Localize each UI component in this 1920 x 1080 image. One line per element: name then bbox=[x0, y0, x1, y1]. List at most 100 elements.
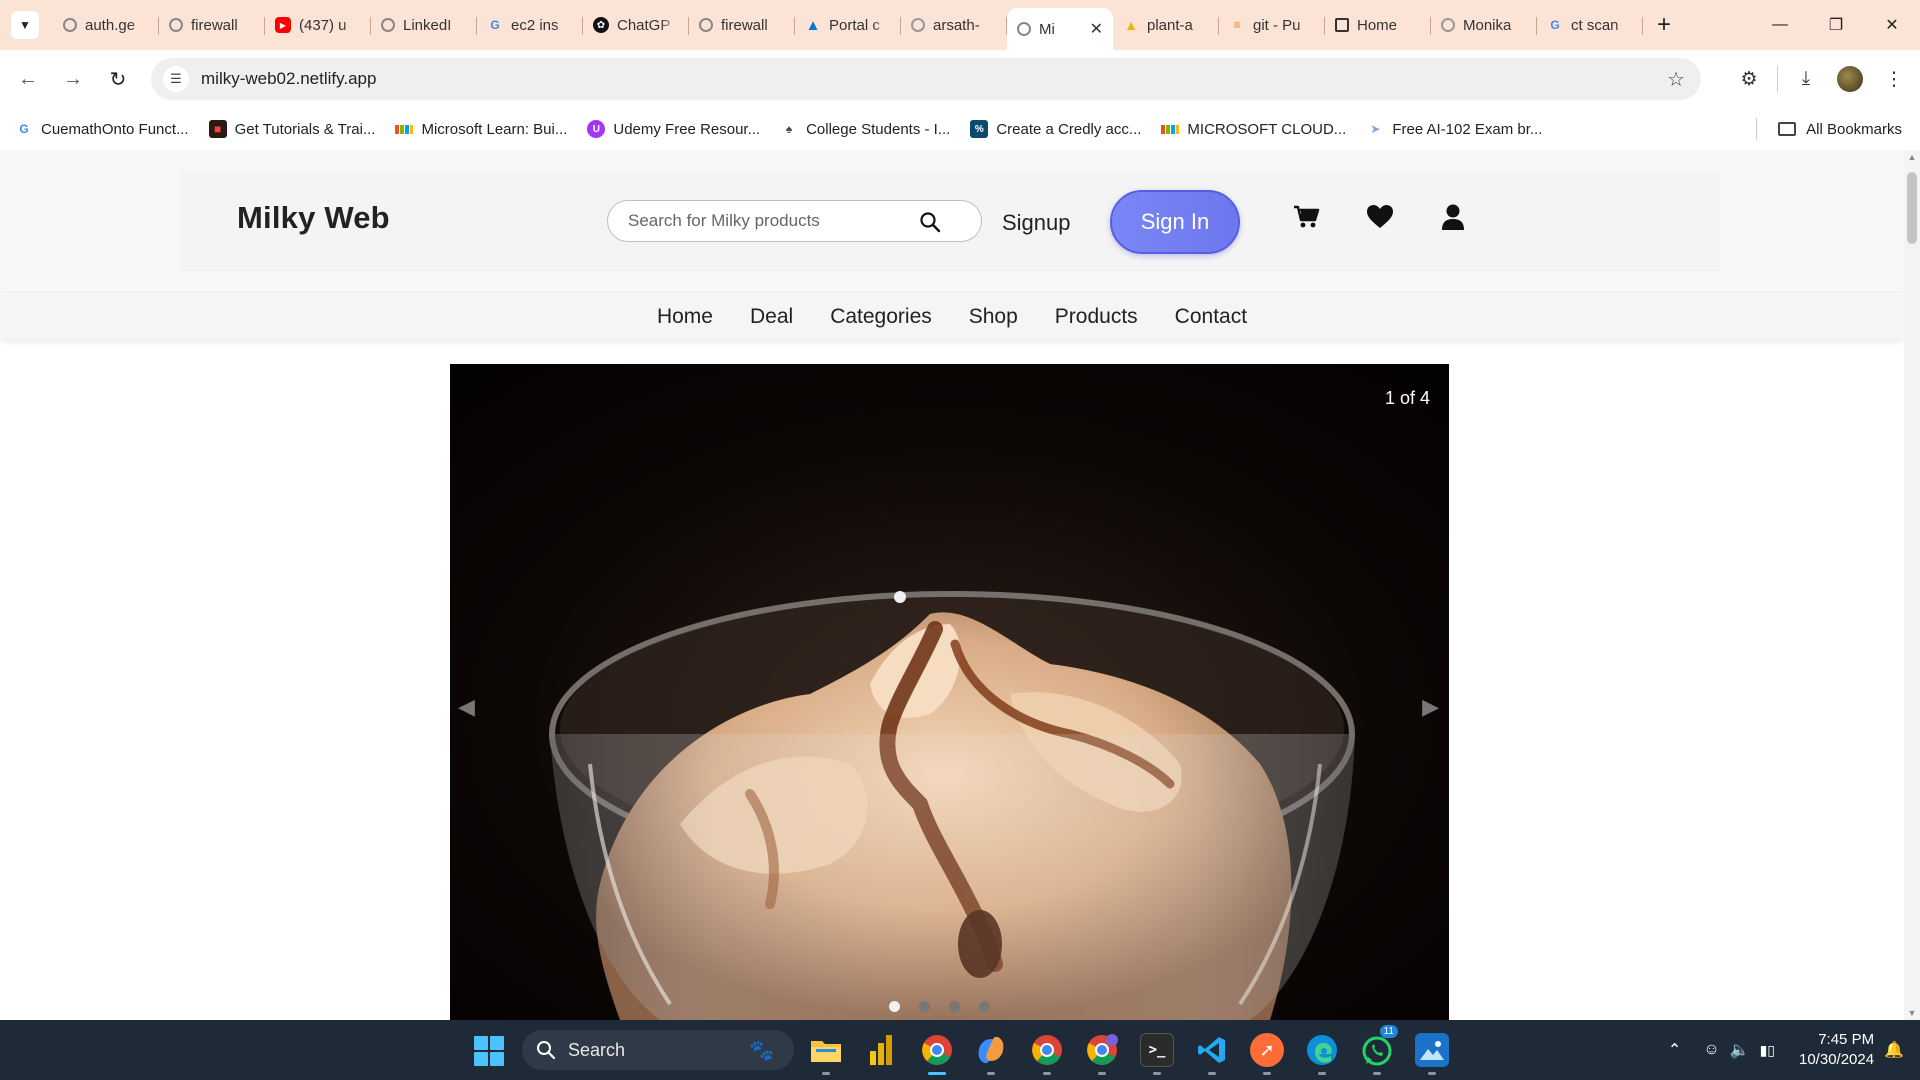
power-bi-icon[interactable] bbox=[864, 1033, 898, 1067]
chatgpt-icon: ✿ bbox=[593, 17, 609, 33]
address-bar[interactable]: ☰ milky-web02.netlify.app ☆ bbox=[151, 58, 1701, 100]
scroll-up-icon[interactable]: ▲ bbox=[1904, 152, 1920, 162]
restore-icon[interactable]: ❐ bbox=[1808, 0, 1864, 50]
url-text[interactable]: milky-web02.netlify.app bbox=[201, 69, 376, 89]
volume-muted-icon[interactable]: 🔈 bbox=[1730, 1040, 1750, 1060]
extensions-icon[interactable]: ⚙ bbox=[1727, 57, 1771, 101]
browser-tab[interactable]: ▲ plant-a bbox=[1113, 7, 1219, 43]
close-tab-icon[interactable]: ✕ bbox=[1090, 19, 1103, 39]
browser-tab[interactable]: ✿ ChatGP bbox=[583, 7, 689, 43]
taskbar-search[interactable]: Search 🐾 bbox=[522, 1030, 794, 1070]
browser-tab[interactable]: firewall bbox=[689, 7, 795, 43]
new-tab-button[interactable]: + bbox=[1657, 11, 1671, 39]
cart-icon[interactable] bbox=[1289, 200, 1323, 234]
battery-icon[interactable]: ▮▯ bbox=[1760, 1042, 1775, 1059]
window-controls: — ❐ ✕ bbox=[1752, 0, 1920, 50]
notifications-icon[interactable]: 🔔 bbox=[1884, 1040, 1904, 1060]
google-icon: G bbox=[1550, 18, 1560, 32]
user-account-icon[interactable] bbox=[1436, 200, 1470, 234]
copilot-icon[interactable] bbox=[974, 1033, 1008, 1067]
browser-tab[interactable]: G ct scan bbox=[1537, 7, 1643, 43]
forward-icon[interactable]: → bbox=[55, 61, 91, 97]
clock-date: 10/30/2024 bbox=[1799, 1051, 1875, 1068]
signup-link[interactable]: Signup bbox=[1002, 210, 1071, 236]
profile-avatar[interactable] bbox=[1828, 57, 1872, 101]
nav-home[interactable]: Home bbox=[657, 305, 713, 329]
browser-tab[interactable]: arsath- bbox=[901, 7, 1007, 43]
bookmark-star-icon[interactable]: ☆ bbox=[1667, 67, 1685, 92]
nav-deal[interactable]: Deal bbox=[750, 305, 793, 329]
chevron-up-icon[interactable]: ⌃ bbox=[1668, 1040, 1681, 1060]
browser-tab[interactable]: ≡ git - Pu bbox=[1219, 7, 1325, 43]
postman-glyph: ➚ bbox=[1259, 1039, 1275, 1060]
wishlist-heart-icon[interactable] bbox=[1363, 200, 1397, 234]
carousel-next-icon[interactable]: ▶ bbox=[1422, 694, 1439, 720]
bookmark-item[interactable]: U Udemy Free Resour... bbox=[587, 120, 760, 138]
nav-products[interactable]: Products bbox=[1055, 305, 1138, 329]
browser-tab[interactable]: ▶ (437) u bbox=[265, 7, 371, 43]
browser-tab[interactable]: Monika bbox=[1431, 7, 1537, 43]
windows-start-icon[interactable] bbox=[474, 1036, 504, 1066]
youtube-icon: ▶ bbox=[275, 17, 291, 33]
wifi-icon[interactable]: ☺ bbox=[1703, 1041, 1719, 1059]
bookmark-item[interactable]: ♠ College Students - I... bbox=[780, 120, 950, 138]
chrome-profile-icon[interactable] bbox=[1030, 1033, 1064, 1067]
vscode-icon[interactable] bbox=[1195, 1033, 1229, 1067]
chrome-profile-icon[interactable] bbox=[1085, 1033, 1119, 1067]
photos-icon[interactable] bbox=[1415, 1033, 1449, 1067]
bookmark-item[interactable]: ■ Get Tutorials & Trai... bbox=[208, 120, 375, 138]
nav-shop[interactable]: Shop bbox=[969, 305, 1018, 329]
system-clock[interactable]: 7:45 PM 10/30/2024 bbox=[1799, 1030, 1874, 1070]
active-app-indicator bbox=[928, 1072, 946, 1075]
chrome-icon[interactable] bbox=[920, 1033, 954, 1067]
site-info-icon[interactable]: ☰ bbox=[163, 66, 189, 92]
carousel-dot[interactable] bbox=[919, 1001, 930, 1012]
terminal-icon[interactable]: >_ bbox=[1140, 1033, 1174, 1067]
scroll-down-icon[interactable]: ▼ bbox=[1904, 1008, 1920, 1018]
taskbar-search-label: Search bbox=[568, 1039, 626, 1060]
reload-icon[interactable]: ↻ bbox=[100, 61, 136, 97]
browser-tab[interactable]: G ec2 ins bbox=[477, 7, 583, 43]
nav-categories[interactable]: Categories bbox=[830, 305, 932, 329]
tutorials-icon: ■ bbox=[208, 120, 227, 138]
running-indicator bbox=[1428, 1072, 1436, 1075]
page-scrollbar[interactable]: ▲ ▼ bbox=[1904, 150, 1920, 1020]
all-bookmarks-button[interactable]: All Bookmarks bbox=[1778, 121, 1902, 138]
carousel-dot[interactable] bbox=[979, 1001, 990, 1012]
bookmark-item[interactable]: G CuemathOnto Funct... bbox=[15, 120, 188, 138]
bookmark-item[interactable]: % Create a Credly acc... bbox=[970, 120, 1141, 138]
edge-icon[interactable] bbox=[1305, 1033, 1339, 1067]
whatsapp-icon[interactable]: 11 bbox=[1360, 1025, 1398, 1067]
tab-title: arsath- bbox=[933, 16, 980, 34]
search-input[interactable] bbox=[628, 211, 918, 231]
bookmark-item[interactable]: ➤ Free AI-102 Exam br... bbox=[1366, 120, 1542, 138]
github-icon bbox=[1441, 18, 1455, 32]
file-explorer-icon[interactable] bbox=[809, 1033, 843, 1067]
minimize-icon[interactable]: — bbox=[1752, 0, 1808, 50]
tab-title: git - Pu bbox=[1253, 16, 1301, 34]
bookmark-item[interactable]: MICROSOFT CLOUD... bbox=[1161, 120, 1346, 138]
all-bookmarks-label: All Bookmarks bbox=[1806, 120, 1902, 138]
back-icon[interactable]: ← bbox=[10, 61, 46, 97]
postman-icon[interactable]: ➚ bbox=[1250, 1033, 1284, 1067]
browser-tab[interactable]: firewall bbox=[159, 7, 265, 43]
carousel-dot[interactable] bbox=[949, 1001, 960, 1012]
more-menu-icon[interactable]: ⋮ bbox=[1872, 57, 1916, 101]
download-icon[interactable]: ⤓ bbox=[1784, 57, 1828, 101]
browser-tab-active[interactable]: Mi ✕ bbox=[1007, 8, 1113, 50]
site-logo[interactable]: Milky Web bbox=[237, 200, 390, 236]
browser-tab[interactable]: ▲ Portal c bbox=[795, 7, 901, 43]
tab-title: auth.ge bbox=[85, 16, 136, 34]
signin-button[interactable]: Sign In bbox=[1110, 190, 1240, 254]
carousel-dot[interactable] bbox=[889, 1001, 900, 1012]
close-window-icon[interactable]: ✕ bbox=[1864, 0, 1920, 50]
search-icon[interactable] bbox=[919, 211, 941, 233]
carousel-prev-icon[interactable]: ◀ bbox=[458, 694, 475, 720]
scrollbar-thumb[interactable] bbox=[1907, 172, 1917, 244]
bookmark-item[interactable]: Microsoft Learn: Bui... bbox=[395, 120, 567, 138]
tab-search-icon[interactable]: ▼ bbox=[11, 11, 39, 39]
browser-tab[interactable]: LinkedI bbox=[371, 7, 477, 43]
browser-tab[interactable]: auth.ge bbox=[53, 7, 159, 43]
nav-contact[interactable]: Contact bbox=[1175, 305, 1247, 329]
browser-tab[interactable]: Home bbox=[1325, 7, 1431, 43]
